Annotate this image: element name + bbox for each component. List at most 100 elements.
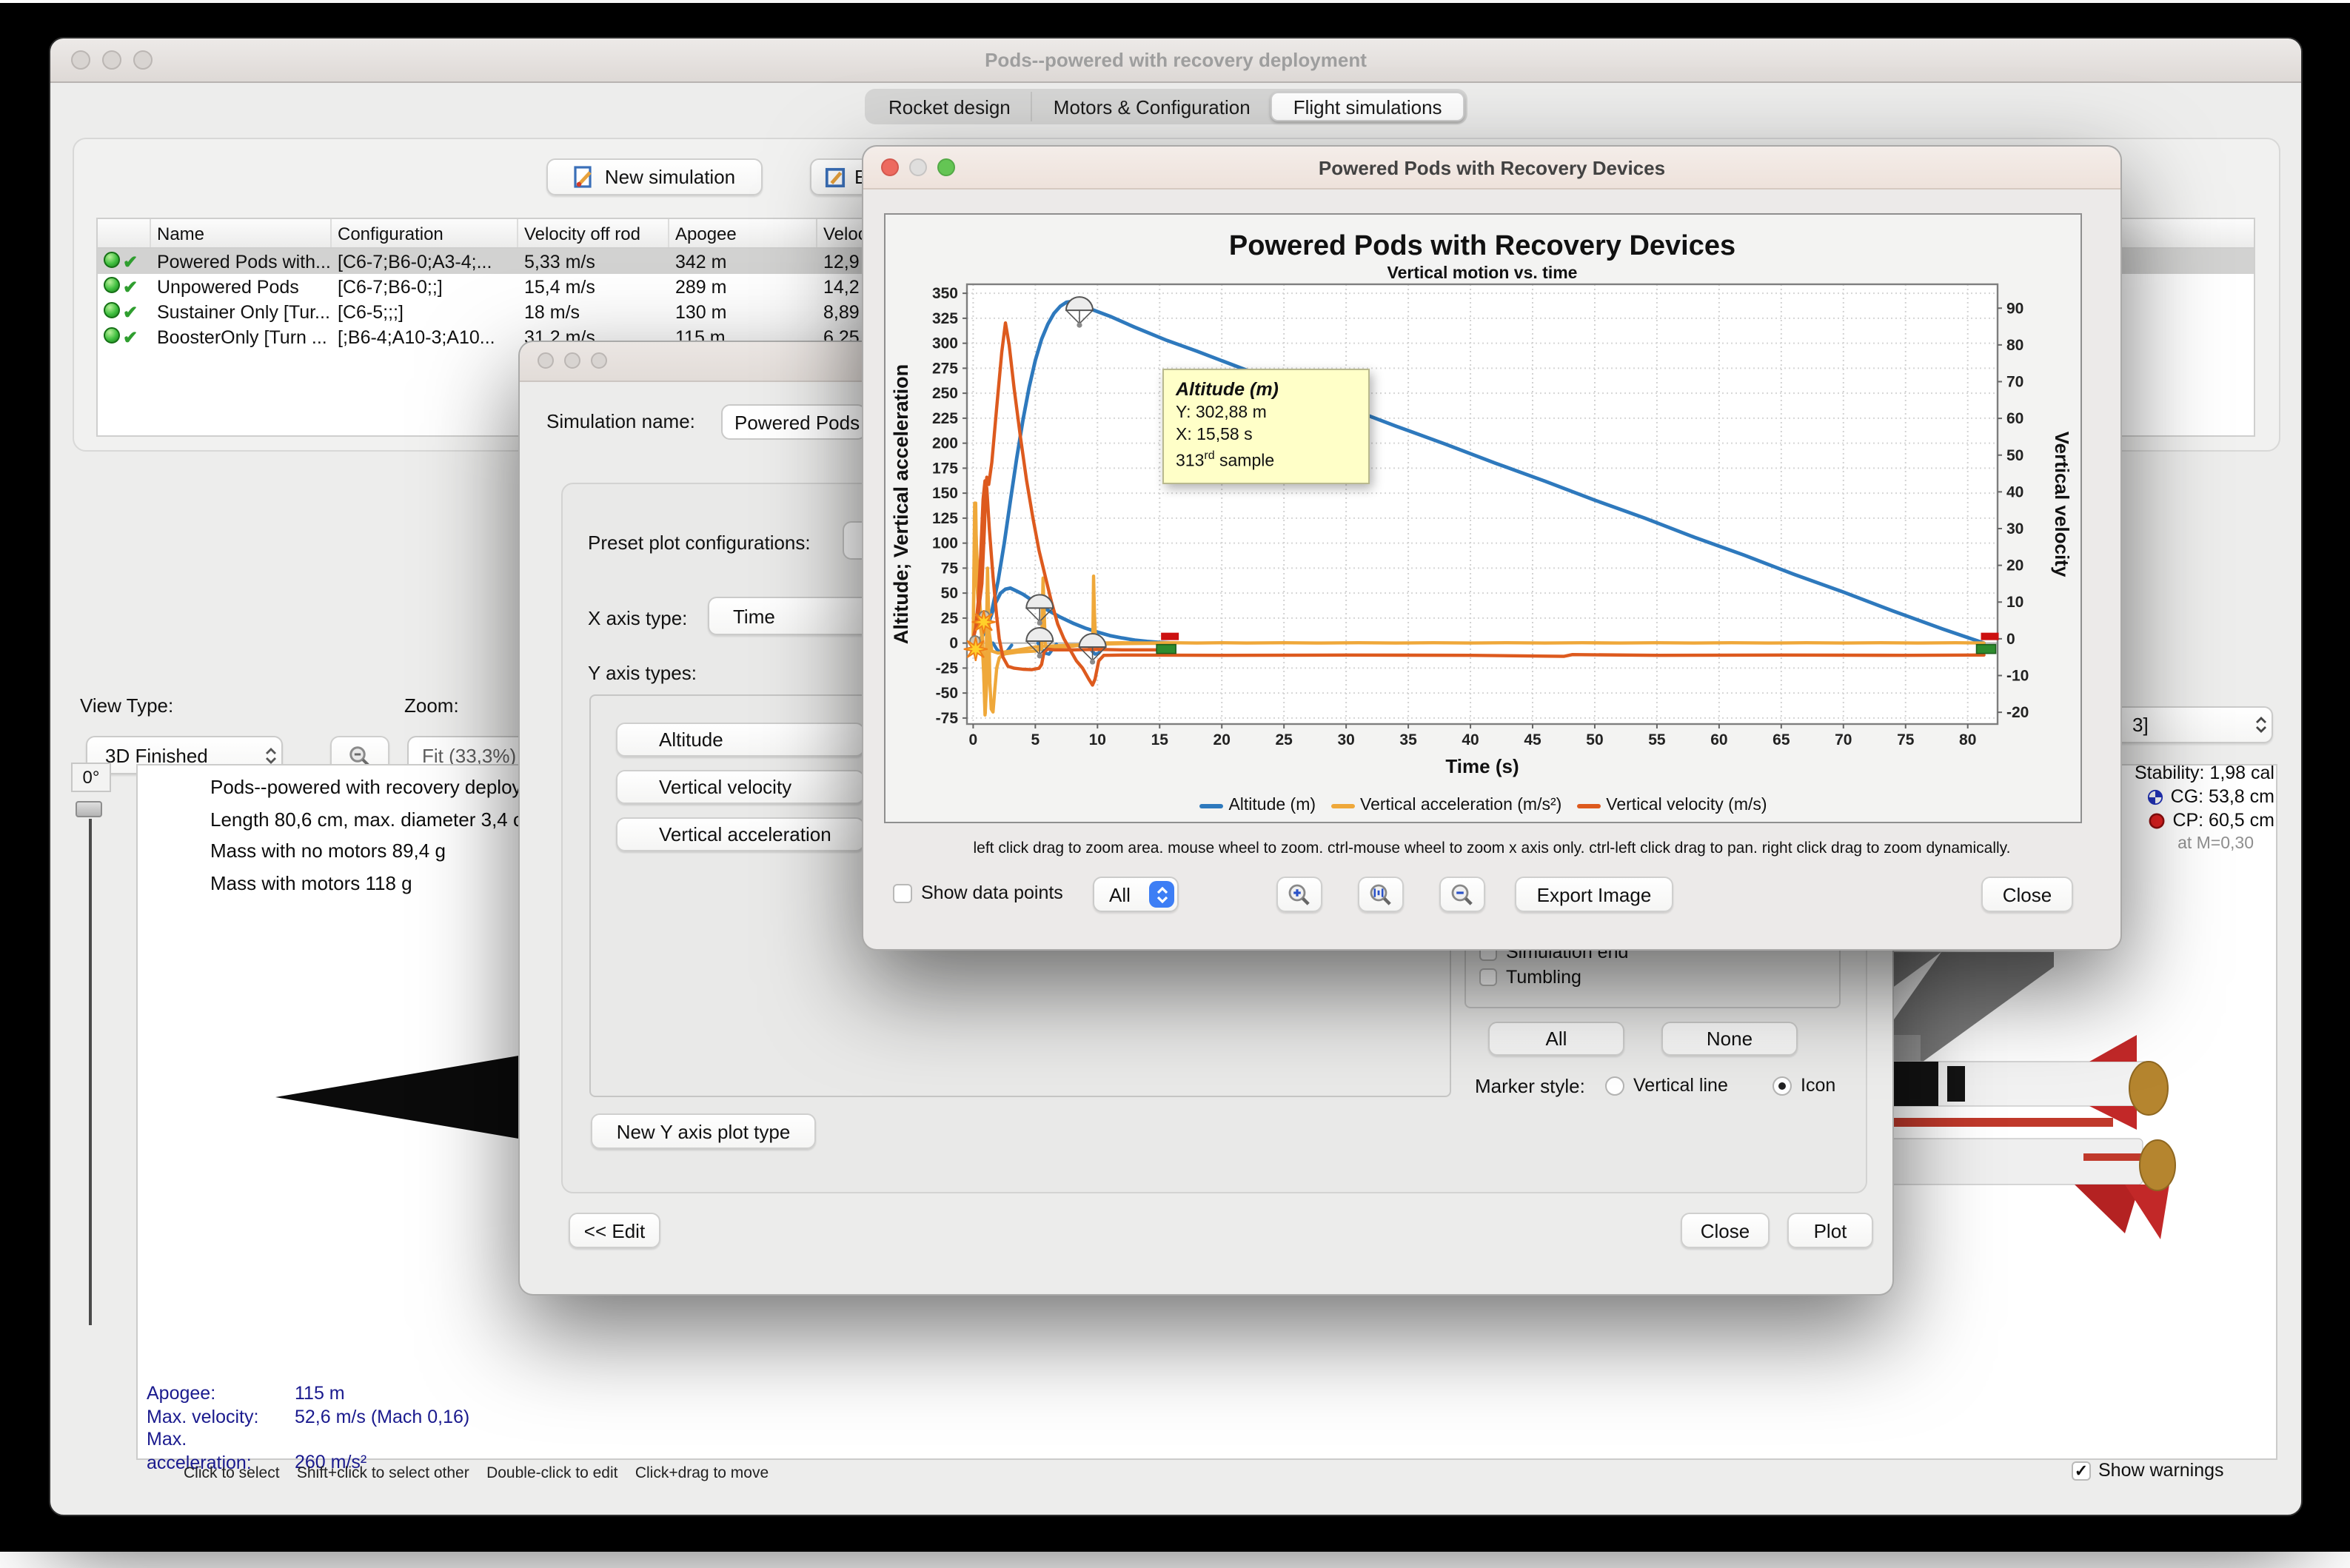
new-y-axis-button[interactable]: New Y axis plot type [591, 1113, 816, 1149]
svg-text:-50: -50 [936, 685, 958, 702]
burst-marker-icon [971, 609, 996, 634]
main-tabs: Rocket design Motors & Configuration Fligh… [865, 89, 1467, 124]
simulation-name-value: Powered Pods w [734, 411, 866, 433]
chart-legend: Altitude (m) Vertical acceleration (m/s²)… [886, 797, 2080, 814]
chart-plot[interactable]: 0 5 10 15 20 25 30 35 40 45 50 55 60 65 70 75 80 -75 -50 -2… [886, 215, 2080, 822]
tooltip-sample: 313rd sample [1176, 448, 1275, 471]
edit-simulation-icon [825, 167, 846, 187]
maximize-icon[interactable] [591, 352, 607, 369]
minimize-icon[interactable] [564, 352, 580, 369]
show-data-points-control[interactable]: Show data points [893, 882, 1063, 903]
tooltip-y: Y: 302,88 m [1176, 403, 1267, 422]
y-axis-type-vertical-velocity[interactable]: Vertical velocity [616, 770, 865, 804]
close-icon[interactable] [538, 352, 554, 369]
plot-close-label: Close [2002, 883, 2052, 905]
column-header-Velocity off rod[interactable]: Velocity off rod [518, 219, 669, 247]
cell: Unpowered Pods [157, 276, 299, 297]
svg-text:125: 125 [932, 510, 958, 527]
svg-text:20: 20 [2006, 557, 2023, 574]
event-checkbox[interactable] [1479, 968, 1497, 986]
svg-text:25: 25 [941, 610, 959, 627]
x-axis-type-dropdown[interactable]: Time [708, 597, 866, 635]
column-header-status[interactable] [98, 219, 151, 247]
svg-text:75: 75 [1897, 731, 1915, 748]
svg-text:175: 175 [932, 460, 958, 477]
legend-item: Vertical acceleration (m/s²) [1330, 797, 1561, 814]
rotation-slider-track[interactable] [88, 819, 91, 1325]
tab-flight-simulations[interactable]: Flight simulations [1271, 92, 1464, 121]
y-axis-type-altitude[interactable]: Altitude [616, 723, 865, 757]
simulation-name-label: Simulation name: [546, 410, 695, 432]
zoom-reset-button[interactable] [1358, 877, 1404, 912]
svg-text:300: 300 [932, 335, 958, 352]
plot-close-button[interactable]: Close [1981, 877, 2073, 912]
svg-text:30: 30 [2006, 520, 2023, 537]
main-titlebar[interactable]: Pods--powered with recovery deployment [50, 38, 2301, 83]
magnifier-plus-icon [1288, 883, 1310, 905]
svg-text:150: 150 [932, 485, 958, 502]
dialog-plot-label: Plot [1813, 1219, 1847, 1242]
dialog-plot-button[interactable]: Plot [1787, 1213, 1873, 1248]
plot-titlebar[interactable]: Powered Pods with Recovery Devices [863, 147, 2120, 190]
events-none-button[interactable]: None [1661, 1022, 1798, 1056]
branch-dropdown[interactable]: All [1093, 877, 1179, 912]
rocket-info-line: Length 80,6 cm, max. diameter 3,4 cm [210, 808, 539, 830]
cell: BoosterOnly [Turn ... [157, 326, 327, 347]
svg-text:50: 50 [1586, 731, 1603, 748]
svg-text:40: 40 [1462, 731, 1479, 748]
event-row[interactable]: Tumbling [1479, 967, 1581, 988]
zoom-label: Zoom: [404, 694, 459, 717]
cell: [;B6-4;A10-3;A10... [338, 326, 495, 347]
rotation-angle-field[interactable]: 0° [71, 763, 111, 792]
column-header-Name[interactable]: Name [151, 219, 332, 247]
svg-text:65: 65 [1772, 731, 1790, 748]
export-image-button[interactable]: Export Image [1515, 877, 1673, 912]
status-ok-icon [104, 326, 120, 343]
tab-motors-configuration[interactable]: Motors & Configuration [1031, 92, 1271, 121]
marker-option-label: Vertical line [1633, 1075, 1728, 1096]
svg-text:Time (s): Time (s) [1445, 755, 1519, 777]
events-all-label: All [1545, 1028, 1567, 1050]
new-simulation-button[interactable]: New simulation [546, 158, 763, 195]
svg-text:Vertical velocity: Vertical velocity [2051, 432, 2073, 577]
plot-hint-text: left click drag to zoom area. mouse whee… [973, 840, 2011, 857]
svg-text:5: 5 [1031, 731, 1040, 748]
radio-icon[interactable] [1605, 1076, 1624, 1095]
edit-back-button[interactable]: << Edit [569, 1213, 660, 1248]
zoom-in-button[interactable] [1276, 877, 1322, 912]
chevron-updown-icon [2249, 708, 2272, 742]
dialog-close-button[interactable]: Close [1681, 1213, 1770, 1248]
column-header-Apogee[interactable]: Apogee [669, 219, 817, 247]
svg-text:10: 10 [2006, 594, 2023, 611]
view-type-value: 3D Finished [105, 744, 208, 766]
rotation-slider-handle[interactable] [76, 801, 102, 817]
flight-config-value: 3] [2132, 714, 2149, 736]
chart-area[interactable]: 0 5 10 15 20 25 30 35 40 45 50 55 60 65 70 75 80 -75 -50 -2… [884, 213, 2082, 823]
simulation-name-field[interactable]: Powered Pods w [721, 404, 866, 440]
zoom-out-button[interactable] [1439, 877, 1485, 912]
cell: Powered Pods with... [157, 251, 331, 272]
preset-config-label: Preset plot configurations: [588, 532, 811, 554]
tab-rocket-design[interactable]: Rocket design [868, 92, 1031, 121]
column-header-Configuration[interactable]: Configuration [332, 219, 518, 247]
y-axis-type-vertical-acceleration[interactable]: Vertical acceleration [616, 817, 865, 851]
events-all-button[interactable]: All [1488, 1022, 1624, 1056]
status-ok-icon [104, 251, 120, 267]
rocket-3d-figure [1864, 952, 2176, 1239]
svg-text:30: 30 [1337, 731, 1354, 748]
radio-icon[interactable] [1772, 1076, 1792, 1095]
show-data-points-checkbox[interactable] [893, 883, 912, 902]
svg-text:-25: -25 [936, 660, 959, 677]
svg-text:40: 40 [2006, 483, 2023, 500]
svg-text:350: 350 [932, 285, 958, 302]
tooltip-x: X: 15,58 s [1176, 426, 1253, 445]
check-icon: ✔ [123, 276, 138, 297]
svg-text:275: 275 [932, 360, 958, 377]
branch-value: All [1109, 883, 1131, 905]
show-warnings-checkbox[interactable]: ✓ [2072, 1461, 2091, 1480]
show-warnings-control[interactable]: ✓ Show warnings [2072, 1460, 2224, 1481]
marker-style-option-icon[interactable]: Icon [1772, 1075, 1835, 1096]
svg-text:60: 60 [2006, 410, 2023, 427]
marker-style-option-vertical-line[interactable]: Vertical line [1605, 1075, 1728, 1096]
rocket-info-line: Mass with no motors 89,4 g [210, 840, 446, 862]
